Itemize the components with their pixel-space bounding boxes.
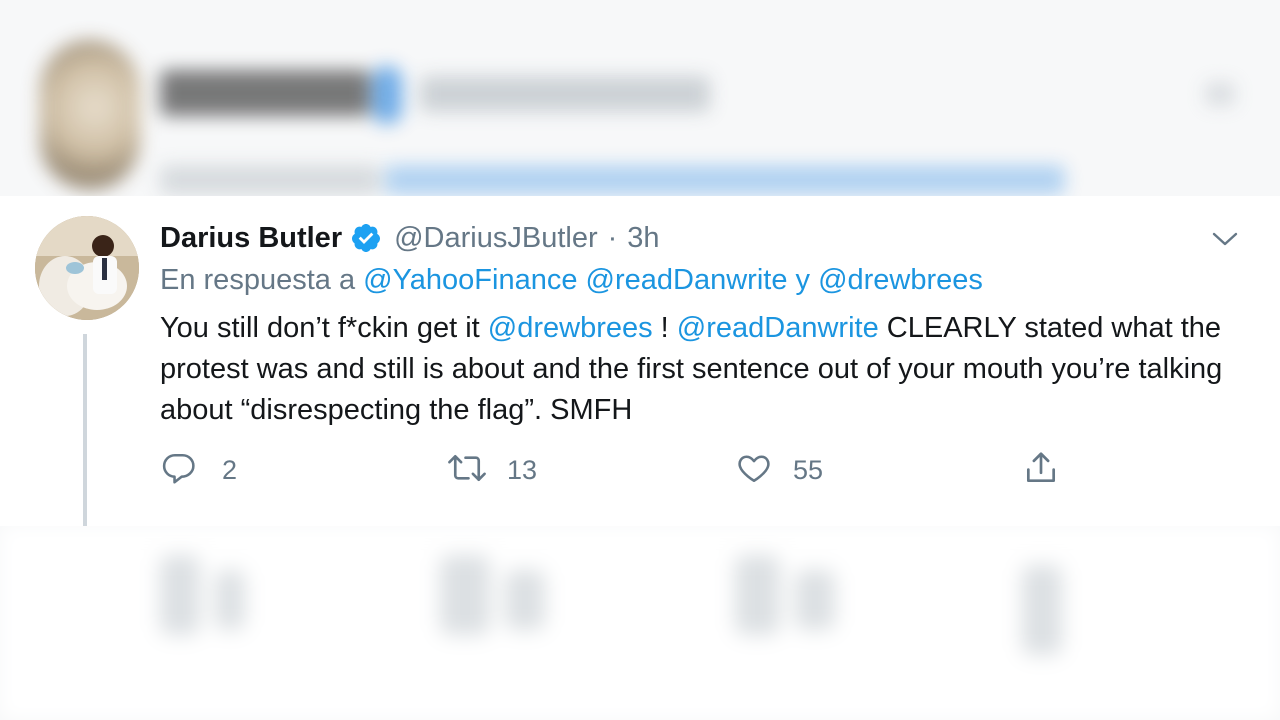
tweet-card[interactable]: Darius Butler @DariusJButler · 3h En res… [0, 196, 1280, 526]
author-name[interactable]: Darius Butler [160, 222, 342, 255]
blurred-verified-icon [372, 66, 402, 124]
verified-badge-icon [350, 222, 382, 254]
mention-drewbrees[interactable]: @drewbrees [488, 312, 653, 344]
blurred-previous-tweet [0, 0, 1280, 198]
blurred-heart-icon [735, 555, 780, 635]
blurred-next-content [0, 525, 1280, 720]
tweet-header: Darius Butler @DariusJButler · 3h [160, 218, 660, 258]
reply-button[interactable]: 2 [160, 448, 237, 492]
reply-icon [160, 450, 196, 491]
share-icon [1022, 449, 1060, 492]
blurred-count [215, 570, 245, 630]
reply-mention-readdanwrite[interactable]: @readDanwrite [586, 264, 788, 296]
like-button[interactable]: 55 [735, 448, 823, 492]
blurred-count [505, 570, 545, 630]
blurred-reply-mentions [385, 165, 1065, 195]
mention-readdanwrite[interactable]: @readDanwrite [677, 312, 879, 344]
tweet-body: You still don’t f*ckin get it @drewbrees… [160, 308, 1250, 431]
reply-mention-yahoofinance[interactable]: @YahooFinance [363, 264, 577, 296]
reply-mention-drewbrees[interactable]: @drewbrees [818, 264, 983, 296]
like-count: 55 [793, 454, 824, 485]
blurred-handle [420, 76, 710, 112]
retweet-button[interactable]: 13 [445, 448, 537, 492]
tweet-timestamp[interactable]: 3h [627, 222, 659, 255]
reply-count: 2 [222, 454, 238, 485]
reply-context: En respuesta a @YahooFinance @readDanwri… [160, 264, 983, 297]
tweet-text-segment: You still don’t f*ckin get it [160, 312, 488, 344]
screenshot-stage: Darius Butler @DariusJButler · 3h En res… [0, 0, 1280, 720]
separator-dot: · [607, 221, 618, 254]
blurred-reply-icon [160, 555, 200, 635]
chevron-down-icon[interactable] [1210, 229, 1240, 249]
retweet-icon [445, 450, 489, 491]
tweet-actions: 2 13 55 [160, 448, 1080, 492]
blurred-author-name [160, 70, 370, 116]
heart-icon [735, 450, 773, 491]
tweet-text-segment: ! [652, 312, 677, 344]
reply-prefix: En respuesta a [160, 264, 356, 296]
author-handle[interactable]: @DariusJButler [394, 222, 598, 255]
blurred-chevron-icon [1205, 82, 1235, 106]
thread-connector-line [83, 334, 87, 526]
blurred-reply-prefix [160, 165, 380, 195]
retweet-count: 13 [507, 454, 538, 485]
blurred-avatar [40, 40, 140, 190]
blurred-retweet-icon [440, 555, 490, 635]
avatar[interactable] [35, 216, 139, 320]
blurred-count [795, 570, 835, 630]
share-button[interactable] [1022, 448, 1060, 492]
reply-conjunction: y [795, 264, 811, 296]
blurred-share-icon [1022, 565, 1062, 655]
